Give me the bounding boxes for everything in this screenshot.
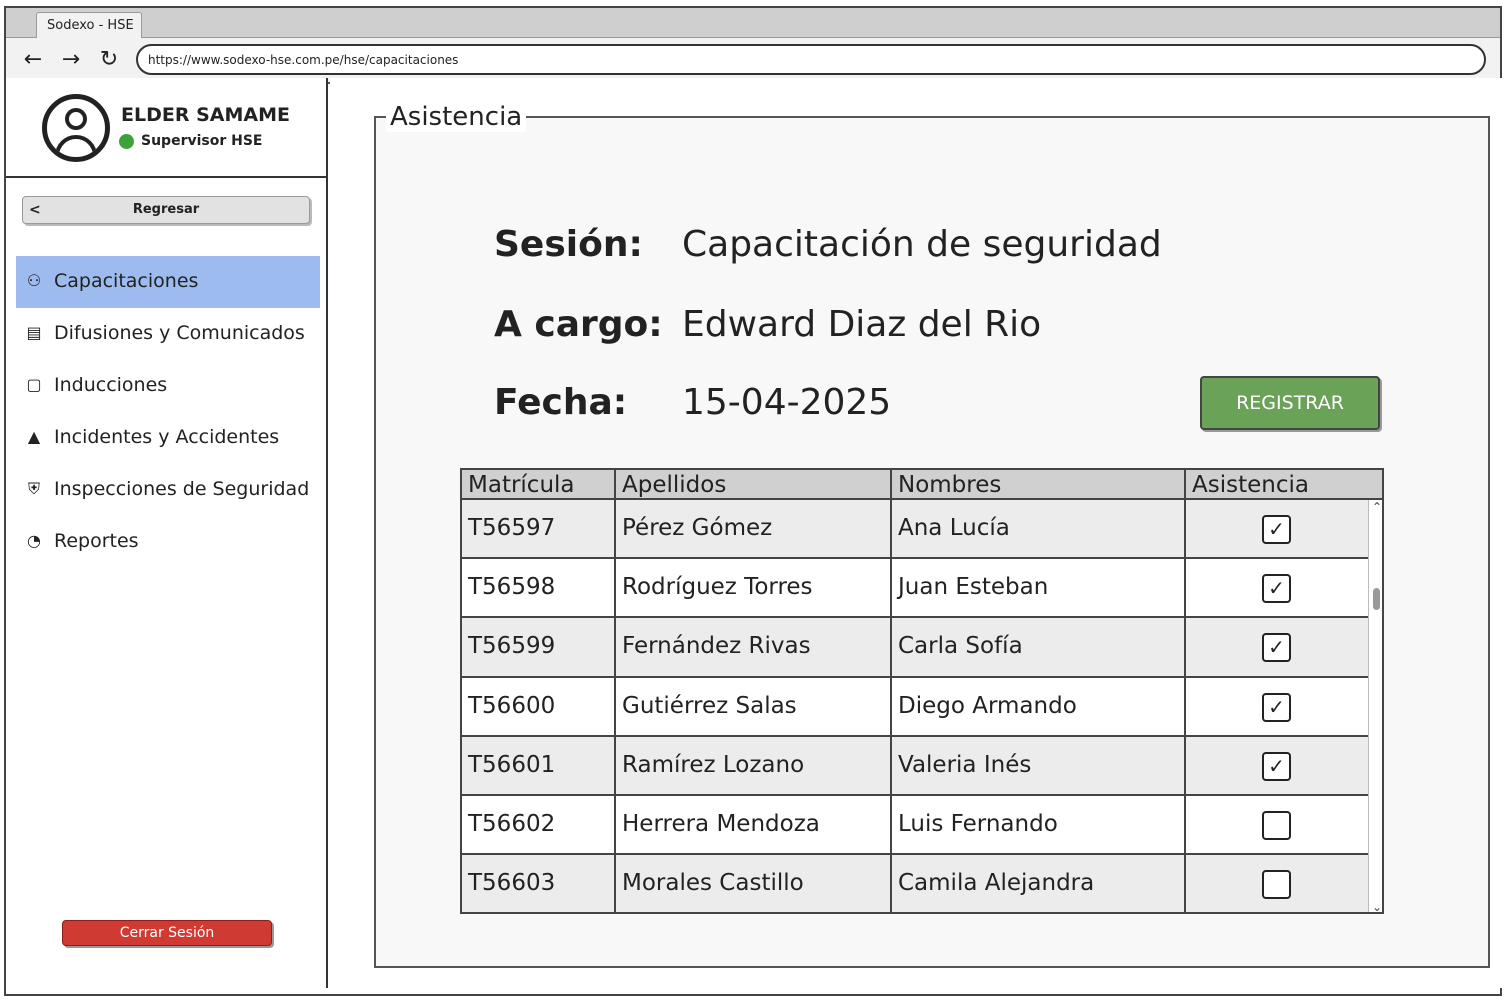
date-value: 15-04-2025 — [682, 382, 892, 423]
sidebar-item-label: Inducciones — [54, 374, 168, 396]
attendance-checkbox[interactable] — [1262, 870, 1291, 900]
section-title: Asistencia — [386, 102, 527, 132]
session-value: Capacitación de seguridad — [682, 224, 1162, 265]
chevron-down-icon[interactable]: ⌄ — [1371, 900, 1382, 912]
table-row: T56597 Pérez Gómez Ana Lucía ✓ — [462, 500, 1368, 560]
table-row: T56602 Herrera Mendoza Luis Fernando — [462, 795, 1368, 856]
in-charge-label: A cargo: — [494, 304, 663, 345]
table-body: T56597 Pérez Gómez Ana Lucía ✓ T56598 Ro… — [462, 500, 1368, 912]
sidebar-item-label: Capacitaciones — [54, 270, 199, 292]
asistencia-cell — [1184, 795, 1368, 854]
asistencia-cell — [1184, 855, 1368, 912]
sidebar-item-inspecciones[interactable]: ⛨ Inspecciones de Seguridad — [16, 464, 320, 516]
nombres-cell: Ana Lucía — [890, 500, 1184, 558]
table-row: T56601 Ramírez Lozano Valeria Inés ✓ — [462, 736, 1368, 796]
matricula-cell: T56599 — [468, 633, 556, 660]
nombres-cell: Luis Fernando — [890, 795, 1184, 854]
sidebar-item-incidentes[interactable]: ▲ Incidentes y Accidentes — [16, 412, 320, 464]
apellidos-cell: Pérez Gómez — [614, 500, 890, 558]
browser-tab[interactable]: Sodexo - HSE — [36, 12, 142, 39]
user-name: ELDER SAMAME — [121, 104, 290, 126]
nombres-cell: Juan Esteban — [890, 559, 1184, 617]
nombres-cell: Carla Sofía — [890, 618, 1184, 676]
table-scrollbar[interactable]: ⌃ ⌄ — [1368, 500, 1382, 912]
back-button-label: Regresar — [132, 202, 200, 217]
asistencia-cell: ✓ — [1184, 736, 1368, 794]
pie-chart-icon: ◔ — [27, 531, 41, 550]
table-row: T56600 Gutiérrez Salas Diego Armando ✓ — [462, 677, 1368, 737]
sidebar-item-reportes[interactable]: ◔ Reportes — [16, 516, 320, 568]
matricula-cell: T56603 — [468, 870, 556, 897]
sidebar-item-label: Difusiones y Comunicados — [54, 322, 305, 344]
url-bar[interactable]: https://www.sodexo-hse.com.pe/hse/capaci… — [136, 44, 1486, 75]
alarm-icon: ▲ — [27, 427, 41, 446]
arrow-left-icon[interactable]: ← — [20, 48, 46, 74]
avatar-icon — [42, 94, 110, 162]
column-header-nombres: Nombres — [890, 470, 1184, 500]
table-row: T56599 Fernández Rivas Carla Sofía ✓ — [462, 618, 1368, 678]
asistencia-cell: ✓ — [1184, 618, 1368, 676]
attendance-checkbox[interactable]: ✓ — [1262, 515, 1291, 544]
training-icon: ⚇ — [26, 271, 42, 290]
arrow-right-icon[interactable]: → — [58, 48, 84, 74]
sidebar-menu: ⚇ Capacitaciones ▤ Difusiones y Comunica… — [16, 256, 320, 568]
matricula-cell: T56601 — [468, 751, 556, 778]
shield-check-icon: ⛨ — [27, 479, 40, 498]
attendance-checkbox[interactable] — [1262, 810, 1291, 840]
apellidos-cell: Fernández Rivas — [614, 618, 890, 676]
matricula-cell: T56600 — [468, 692, 556, 719]
matricula-cell: T56602 — [468, 810, 556, 837]
date-label: Fecha: — [494, 382, 628, 423]
reload-icon[interactable]: ↻ — [96, 48, 122, 74]
online-status-icon — [119, 134, 134, 149]
back-button[interactable]: < Regresar — [22, 196, 310, 224]
nombres-cell: Camila Alejandra — [890, 855, 1184, 912]
attendance-table: Matrícula Apellidos Nombres Asistencia T… — [460, 468, 1384, 914]
table-header: Matrícula Apellidos Nombres Asistencia — [462, 470, 1382, 500]
apellidos-cell: Ramírez Lozano — [614, 736, 890, 794]
message-icon: ▤ — [26, 323, 42, 342]
scrollbar-thumb[interactable] — [1373, 588, 1380, 610]
apellidos-cell: Herrera Mendoza — [614, 795, 890, 854]
column-header-matricula: Matrícula — [468, 472, 575, 498]
asistencia-cell: ✓ — [1184, 677, 1368, 735]
apellidos-cell: Rodríguez Torres — [614, 559, 890, 617]
nombres-cell: Valeria Inés — [890, 736, 1184, 794]
table-row: T56598 Rodríguez Torres Juan Esteban ✓ — [462, 559, 1368, 619]
asistencia-cell: ✓ — [1184, 500, 1368, 558]
column-header-asistencia: Asistencia — [1184, 470, 1382, 500]
sidebar: ELDER SAMAME Supervisor HSE < Regresar ⚇… — [6, 78, 328, 988]
sidebar-item-capacitaciones[interactable]: ⚇ Capacitaciones — [16, 256, 320, 308]
column-header-apellidos: Apellidos — [614, 470, 890, 500]
attendance-checkbox[interactable]: ✓ — [1262, 574, 1291, 604]
table-row: T56603 Morales Castillo Camila Alejandra — [462, 855, 1368, 912]
sidebar-item-label: Reportes — [54, 530, 139, 552]
nombres-cell: Diego Armando — [890, 677, 1184, 735]
tab-bar: Sodexo - HSE — [6, 8, 1500, 39]
apellidos-cell: Morales Castillo — [614, 855, 890, 912]
main-content: Asistencia Sesión: Capacitación de segur… — [330, 78, 1502, 988]
matricula-cell: T56597 — [468, 515, 556, 541]
chevron-left-icon: < — [29, 202, 41, 218]
in-charge-value: Edward Diaz del Rio — [682, 304, 1042, 345]
logout-button[interactable]: Cerrar Sesión — [62, 920, 272, 946]
session-label: Sesión: — [494, 224, 643, 265]
apellidos-cell: Gutiérrez Salas — [614, 677, 890, 735]
user-profile: ELDER SAMAME Supervisor HSE — [6, 78, 326, 178]
user-role: Supervisor HSE — [141, 133, 263, 149]
chevron-up-icon[interactable]: ⌃ — [1371, 500, 1382, 514]
attendance-checkbox[interactable]: ✓ — [1262, 751, 1291, 781]
matricula-cell: T56598 — [468, 574, 556, 601]
attendance-checkbox[interactable]: ✓ — [1262, 692, 1291, 722]
sidebar-item-difusiones[interactable]: ▤ Difusiones y Comunicados — [16, 308, 320, 360]
register-button[interactable]: REGISTRAR — [1200, 376, 1380, 430]
sidebar-item-inducciones[interactable]: ▢ Inducciones — [16, 360, 320, 412]
attendance-checkbox[interactable]: ✓ — [1262, 633, 1291, 663]
sidebar-item-label: Incidentes y Accidentes — [54, 426, 280, 448]
presentation-icon: ▢ — [26, 375, 42, 394]
sidebar-item-label: Inspecciones de Seguridad — [54, 478, 310, 500]
asistencia-cell: ✓ — [1184, 559, 1368, 617]
